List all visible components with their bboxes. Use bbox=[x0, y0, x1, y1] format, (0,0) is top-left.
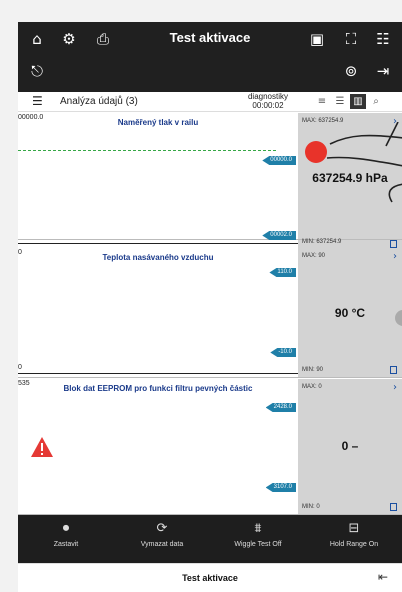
scale-bottom-tag: 3107.0 bbox=[265, 483, 296, 492]
scale-bottom-tag: 00002.0 bbox=[262, 231, 296, 240]
axis-line bbox=[18, 243, 298, 244]
fullscreen-icon[interactable]: ⛶ bbox=[340, 28, 362, 50]
wifi-icon[interactable]: ⊚ bbox=[340, 60, 362, 82]
min-value: MIN: 637254.9 bbox=[302, 239, 342, 245]
search-icon[interactable]: ⌕ bbox=[368, 94, 384, 109]
min-value: MIN: 90 bbox=[302, 367, 324, 373]
current-value: 0 – bbox=[341, 439, 359, 453]
expand-icon[interactable] bbox=[390, 503, 397, 511]
graph-line bbox=[18, 150, 276, 151]
chevron-right-icon[interactable]: › bbox=[393, 251, 397, 262]
axis-line bbox=[18, 373, 298, 374]
menu-icon[interactable]: ☷ bbox=[372, 28, 394, 50]
exit-icon[interactable]: ⇥ bbox=[372, 60, 394, 82]
panel-title: Blok dat EEPROM pro funkci filtru pevnýc… bbox=[63, 384, 253, 393]
top-bar: ⌂ ⚙ ⎙ Test aktivace ▣ ⛶ ☷ ⎋ ⊚ ⇥ bbox=[18, 22, 402, 92]
scale-top-tag: 110.0 bbox=[269, 268, 296, 277]
hold-range-button[interactable]: ⊟ Hold Range On bbox=[306, 519, 402, 548]
footer-title: Test aktivace bbox=[182, 573, 238, 583]
scale-top-tag: 2428.0 bbox=[265, 403, 296, 412]
data-panel-intake-temperature[interactable]: 0 Teplota nasávaného vzduchu 110.0 -10.0… bbox=[18, 248, 402, 378]
clear-data-button[interactable]: ⟳ Vymazat data bbox=[114, 519, 210, 548]
diagnostics-time: 00:00:02 bbox=[252, 101, 284, 110]
chevron-right-icon[interactable]: › bbox=[393, 382, 397, 393]
sub-toolbar: ☰ Analýza údajů (3) diagnostiky 00:00:02… bbox=[18, 92, 402, 112]
stop-icon: ⏺ bbox=[62, 521, 70, 536]
diagnostics-timer: diagnostiky 00:00:02 bbox=[240, 92, 296, 110]
current-value: 90 °C bbox=[334, 306, 366, 320]
max-value: MAX: 0 bbox=[302, 384, 322, 390]
graph-area: 535 Blok dat EEPROM pro funkci filtru pe… bbox=[18, 379, 298, 514]
graph-area: 00000.0 Naměřený tlak v railu 00000.0 00… bbox=[18, 113, 298, 263]
max-value: MAX: 90 bbox=[302, 253, 326, 259]
refresh-icon: ⟳ bbox=[156, 521, 168, 536]
stop-button[interactable]: ⏺ Zastavit bbox=[18, 519, 114, 548]
stop-label: Zastavit bbox=[53, 541, 79, 548]
value-sidebar: MAX: 0 › 0 – MIN: 0 bbox=[298, 379, 402, 514]
list-view-button[interactable]: ≡ bbox=[314, 94, 330, 109]
wiggle-icon: ⩩ bbox=[254, 521, 262, 536]
screen: ⌂ ⚙ ⎙ Test aktivace ▣ ⛶ ☷ ⎋ ⊚ ⇥ ☰ Analýz… bbox=[18, 22, 402, 592]
min-value: MIN: 0 bbox=[302, 504, 320, 510]
vci-icon[interactable]: ▣ bbox=[306, 28, 328, 50]
warning-icon[interactable] bbox=[30, 436, 54, 458]
panel-title: Naměřený tlak v railu bbox=[117, 118, 199, 127]
scale-bottom-tag: -10.0 bbox=[270, 348, 296, 357]
hold-range-label: Hold Range On bbox=[329, 541, 379, 548]
wiggle-test-label: Wiggle Test Off bbox=[234, 541, 282, 548]
action-bar: ⏺ Zastavit ⟳ Vymazat data ⩩ Wiggle Test … bbox=[18, 515, 402, 563]
record-icon[interactable]: ⎋ bbox=[26, 60, 48, 82]
touch-marker bbox=[305, 141, 327, 163]
expand-icon[interactable] bbox=[390, 366, 397, 374]
hold-range-icon: ⊟ bbox=[348, 521, 360, 536]
hand-pointer-icon bbox=[305, 122, 402, 203]
graph-view-button[interactable]: ▥ bbox=[350, 94, 366, 109]
clear-data-label: Vymazat data bbox=[140, 541, 184, 548]
scale-top-tag: 00000.0 bbox=[262, 156, 296, 165]
value-sidebar: MAX: 90 › 90 °C MIN: 90 bbox=[298, 248, 402, 377]
data-panel-eeprom[interactable]: 535 Blok dat EEPROM pro funkci filtru pe… bbox=[18, 379, 402, 515]
diagnostics-label: diagnostiky bbox=[247, 92, 289, 101]
y-axis-bottom-value: 0 bbox=[18, 364, 22, 371]
text-view-button[interactable]: ☰ bbox=[332, 94, 348, 109]
expand-icon[interactable] bbox=[390, 240, 397, 248]
wiggle-test-button[interactable]: ⩩ Wiggle Test Off bbox=[210, 519, 306, 548]
graph-area: 0 Teplota nasávaného vzduchu 110.0 -10.0… bbox=[18, 248, 298, 377]
footer-bar: Test aktivace ⇤ bbox=[18, 563, 402, 592]
filter-icon[interactable]: ☰ bbox=[32, 94, 43, 108]
panel-title: Teplota nasávaného vzduchu bbox=[102, 253, 214, 262]
back-icon[interactable]: ⇤ bbox=[378, 570, 388, 584]
data-analysis-label: Analýza údajů (3) bbox=[60, 96, 138, 107]
